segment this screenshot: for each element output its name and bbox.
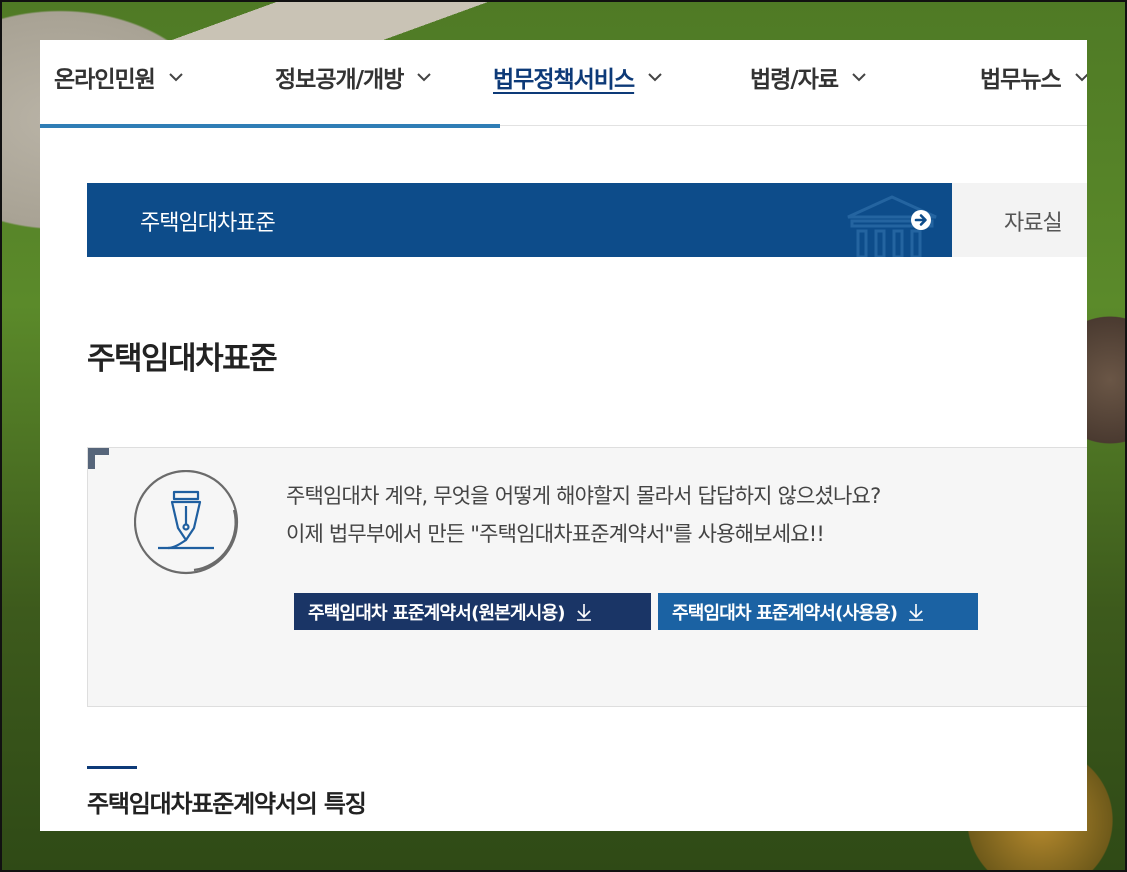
chevron-down-icon bbox=[852, 73, 866, 82]
info-text-line: 주택임대차 계약, 무엇을 어떻게 해야할지 몰라서 답답하지 않으셨나요? bbox=[286, 484, 881, 508]
corner-decoration bbox=[88, 448, 109, 469]
download-use-button[interactable]: 주택임대차 표준계약서(사용용) bbox=[658, 593, 978, 630]
top-nav: 온라인민원 정보공개/개방 법무정책서비스 법령/자료 법무뉴스 bbox=[40, 40, 1087, 128]
download-icon bbox=[576, 603, 591, 621]
nav-item-information-disclosure[interactable]: 정보공개/개방 bbox=[275, 62, 433, 93]
page-panel: 온라인민원 정보공개/개방 법무정책서비스 법령/자료 법무뉴스 주택임대차표준 bbox=[40, 40, 1087, 831]
breadcrumb-next-label: 자료실 bbox=[1004, 211, 1063, 236]
download-button-label: 주택임대차 표준계약서(사용용) bbox=[672, 602, 898, 624]
chevron-down-icon bbox=[417, 73, 432, 82]
nav-item-legal-news[interactable]: 법무뉴스 bbox=[980, 62, 1087, 93]
breadcrumb-current-label: 주택임대차표준 bbox=[140, 211, 276, 236]
nav-item-label: 법무정책서비스 bbox=[493, 67, 635, 93]
chevron-down-icon bbox=[1074, 73, 1087, 82]
breadcrumb: 주택임대차표준 자료실 bbox=[87, 183, 1087, 257]
download-original-button[interactable]: 주택임대차 표준계약서(원본게시용) bbox=[294, 593, 651, 630]
breadcrumb-next[interactable]: 자료실 bbox=[952, 183, 1087, 257]
arrow-right-circle-icon bbox=[911, 210, 931, 230]
info-box: 주택임대차 계약, 무엇을 어떻게 해야할지 몰라서 답답하지 않으셨나요? 이… bbox=[87, 447, 1087, 707]
nav-item-laws-materials[interactable]: 법령/자료 bbox=[750, 62, 868, 93]
nav-active-indicator bbox=[40, 124, 500, 128]
nav-item-online-petition[interactable]: 온라인민원 bbox=[54, 62, 185, 93]
nav-item-label: 법령/자료 bbox=[750, 67, 839, 93]
section-divider bbox=[87, 766, 137, 769]
download-icon bbox=[909, 603, 924, 621]
page-title: 주택임대차표준 bbox=[87, 341, 278, 377]
nav-item-label: 온라인민원 bbox=[54, 67, 156, 93]
fountain-pen-icon bbox=[134, 470, 239, 575]
nav-item-label: 법무뉴스 bbox=[980, 67, 1062, 93]
nav-item-legal-policy-service[interactable]: 법무정책서비스 bbox=[493, 62, 664, 93]
chevron-down-icon bbox=[648, 73, 662, 82]
nav-item-label: 정보공개/개방 bbox=[275, 67, 404, 93]
download-button-label: 주택임대차 표준계약서(원본게시용) bbox=[308, 602, 566, 624]
chevron-down-icon bbox=[169, 73, 183, 82]
breadcrumb-current[interactable]: 주택임대차표준 bbox=[87, 183, 952, 257]
info-text-line: 이제 법무부에서 만든 "주택임대차표준계약서"를 사용해보세요!! bbox=[286, 522, 825, 546]
section-title: 주택임대차표준계약서의 특징 bbox=[87, 790, 367, 818]
